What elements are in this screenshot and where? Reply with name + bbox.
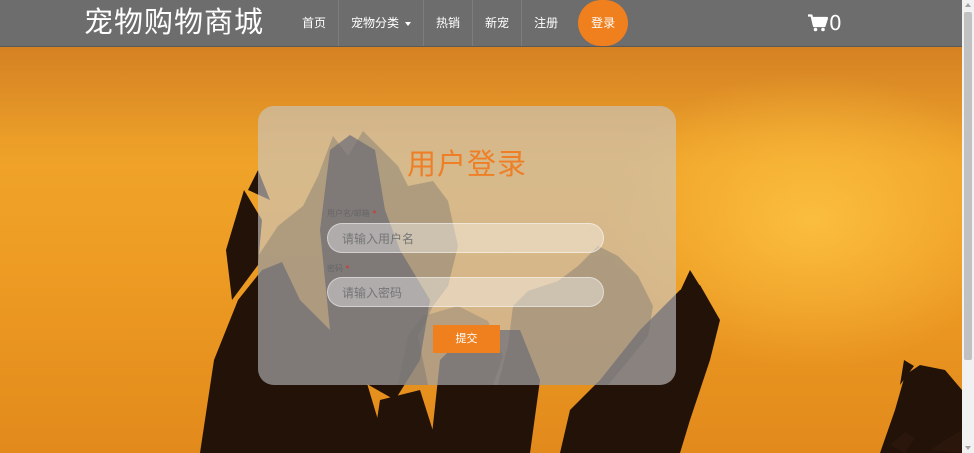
cart-link[interactable]: 0 bbox=[808, 9, 842, 37]
password-input[interactable]: 请输入密码 bbox=[327, 277, 604, 307]
username-label-text: 用户名/邮箱 bbox=[327, 209, 370, 218]
submit-button[interactable]: 提交 bbox=[433, 325, 500, 353]
navbar: 宠物购物商城 首页 宠物分类 热销 新宠 注册 登录 0 bbox=[0, 0, 962, 47]
scroll-up-arrow-icon[interactable] bbox=[965, 3, 971, 7]
username-placeholder: 请输入用户名 bbox=[342, 232, 415, 246]
nav-item-home[interactable]: 首页 bbox=[290, 0, 338, 46]
password-required-mark: * bbox=[345, 264, 350, 273]
username-label: 用户名/邮箱 * bbox=[327, 208, 376, 219]
nav-item-categories[interactable]: 宠物分类 bbox=[338, 0, 423, 46]
vertical-scrollbar[interactable] bbox=[962, 0, 974, 453]
nav-item-hot[interactable]: 热销 bbox=[423, 0, 472, 46]
password-label: 密码 * bbox=[327, 263, 350, 274]
scroll-down-arrow-icon[interactable] bbox=[965, 446, 971, 450]
cart-count: 0 bbox=[829, 11, 842, 35]
username-required-mark: * bbox=[372, 209, 377, 218]
password-placeholder: 请输入密码 bbox=[342, 286, 403, 300]
nav-item-categories-label: 宠物分类 bbox=[351, 16, 400, 30]
nav-menu: 首页 宠物分类 热销 新宠 注册 登录 bbox=[290, 0, 629, 46]
page-background: 用户登录 用户名/邮箱 * 请输入用户名 密码 * 请输入密码 提交 宠物购物商… bbox=[0, 0, 962, 453]
nav-item-login[interactable]: 登录 bbox=[578, 0, 629, 46]
chevron-down-icon bbox=[405, 21, 412, 26]
username-input[interactable]: 请输入用户名 bbox=[327, 223, 604, 253]
login-card: 用户登录 用户名/邮箱 * 请输入用户名 密码 * 请输入密码 提交 bbox=[258, 106, 676, 385]
password-label-text: 密码 bbox=[327, 264, 343, 273]
nav-item-register[interactable]: 注册 bbox=[521, 0, 570, 46]
shopping-cart-icon bbox=[808, 14, 828, 32]
scroll-thumb[interactable] bbox=[964, 12, 972, 360]
brand-title[interactable]: 宠物购物商城 bbox=[84, 5, 264, 39]
nav-item-new[interactable]: 新宠 bbox=[472, 0, 521, 46]
login-title: 用户登录 bbox=[406, 147, 527, 181]
